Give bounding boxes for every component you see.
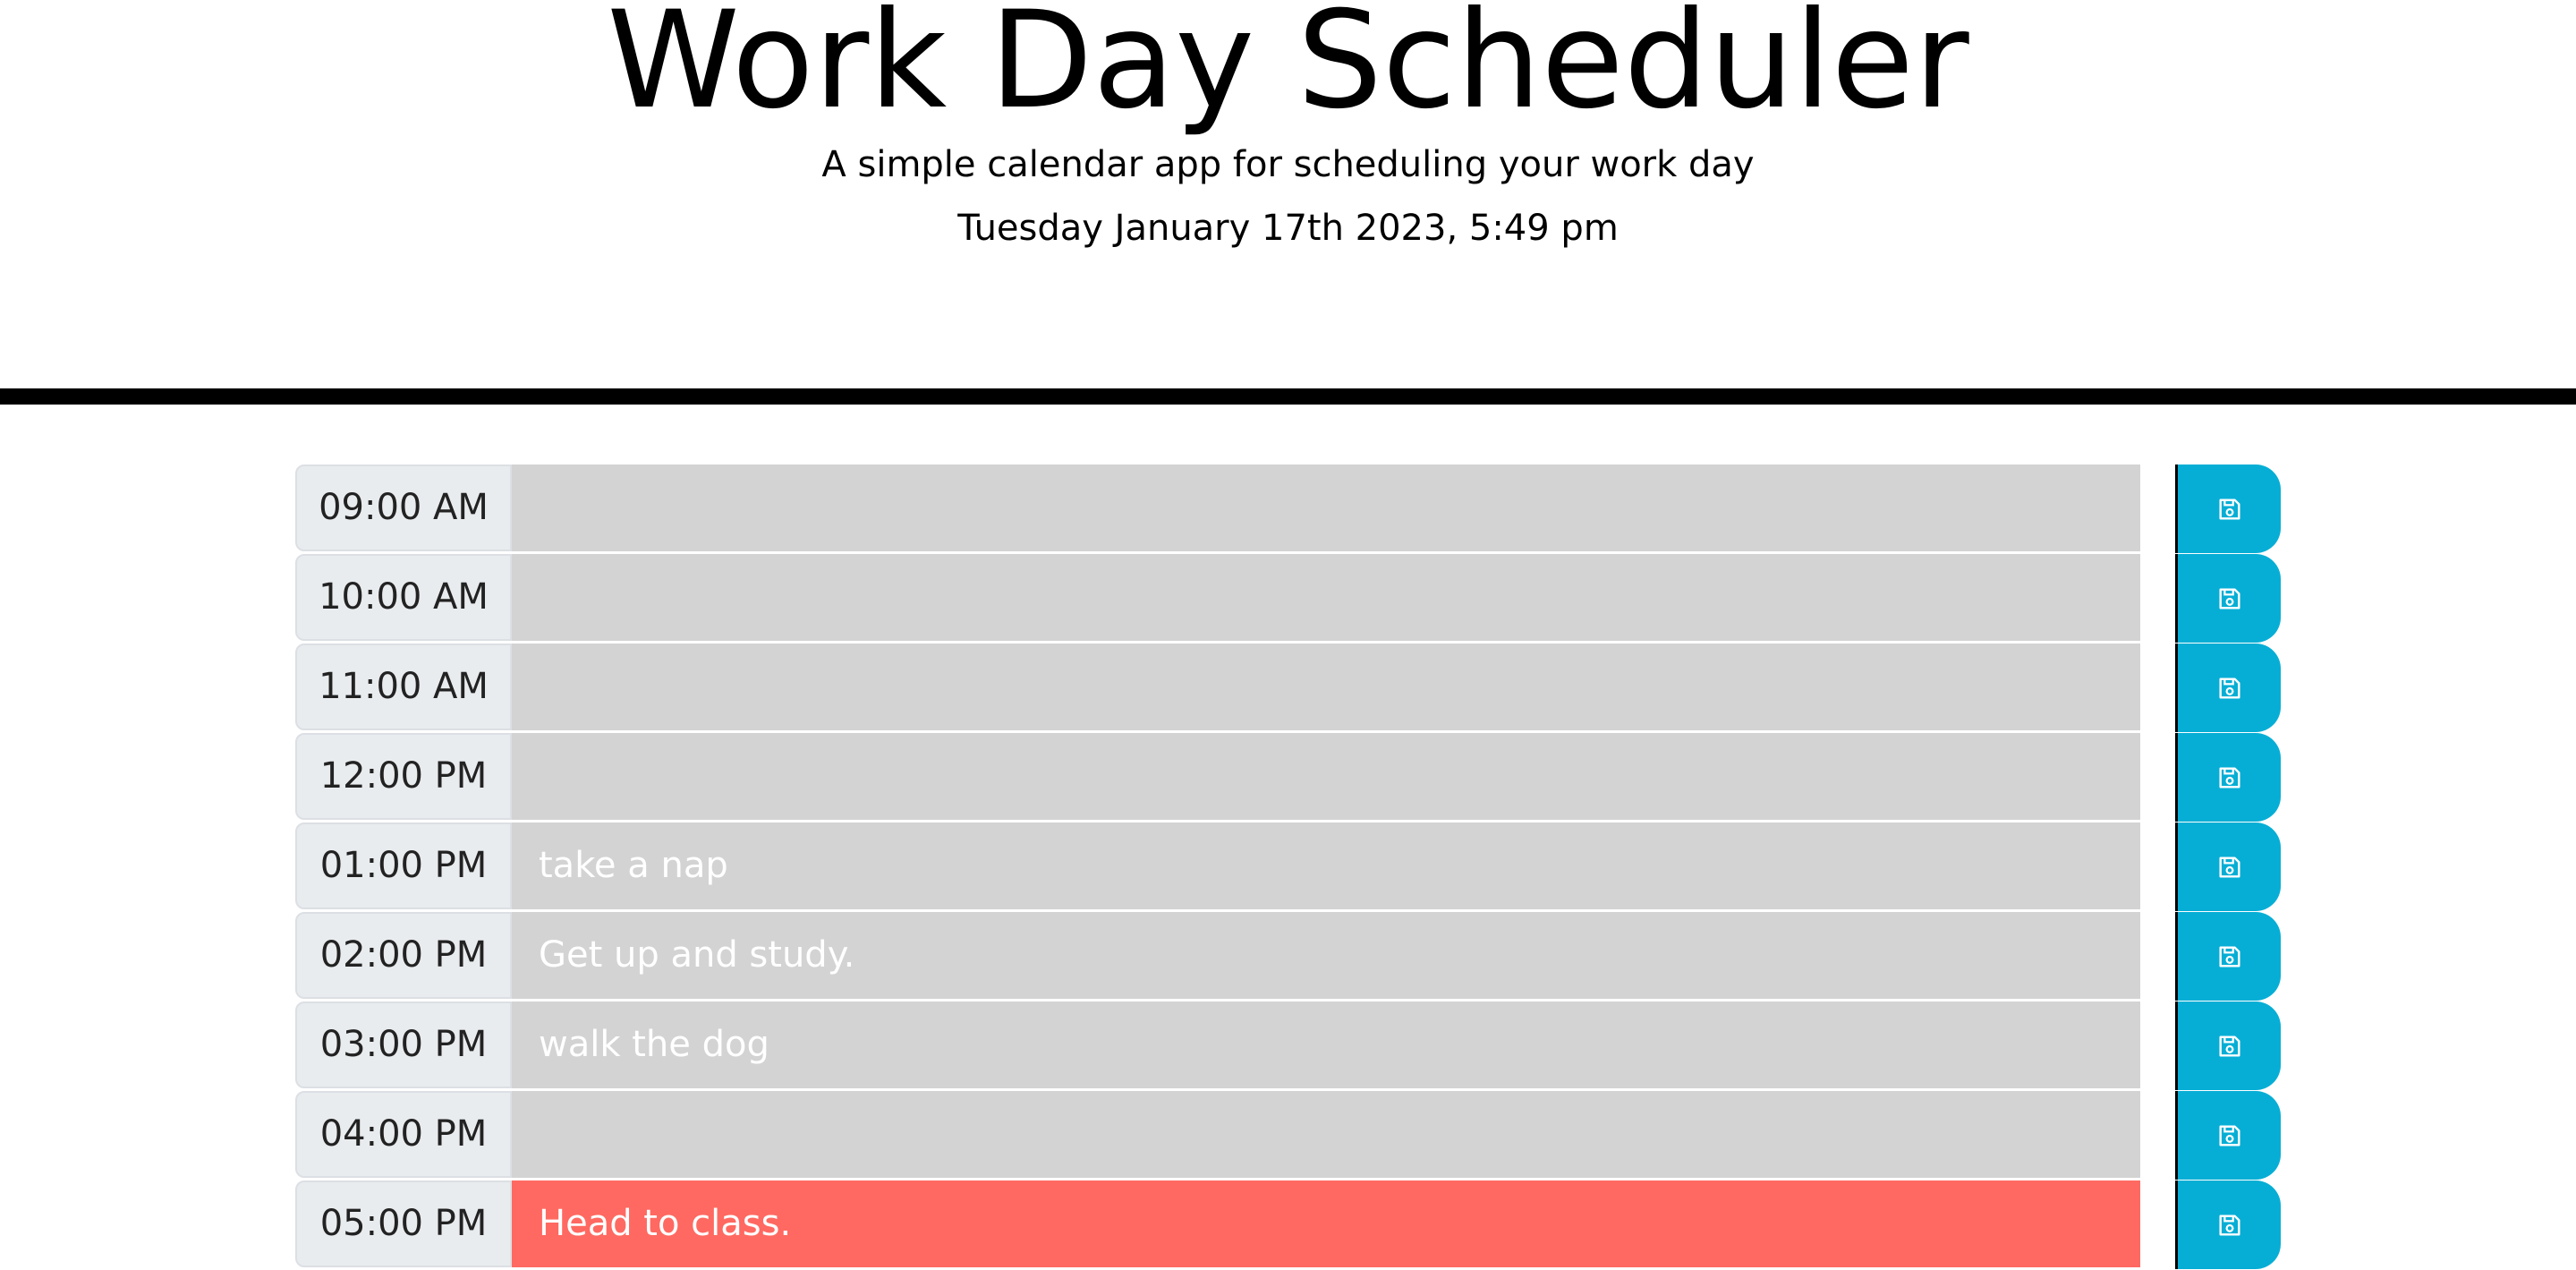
save-button[interactable] [2175, 1091, 2281, 1180]
hour-label: 04:00 PM [295, 1091, 512, 1178]
page-subtitle: A simple calendar app for scheduling you… [821, 144, 1755, 185]
time-block: 04:00 PM [295, 1091, 2282, 1180]
save-button[interactable] [2175, 554, 2281, 643]
hour-label: 01:00 PM [295, 823, 512, 909]
save-button[interactable] [2175, 1181, 2281, 1269]
save-button[interactable] [2175, 644, 2281, 732]
save-icon [2218, 498, 2240, 520]
save-button[interactable] [2175, 912, 2281, 1001]
time-block: 09:00 AM [295, 465, 2282, 553]
save-icon [2218, 945, 2240, 967]
hour-label: 12:00 PM [295, 733, 512, 820]
hour-label: 02:00 PM [295, 912, 512, 999]
time-block: 01:00 PM take a nap [295, 823, 2282, 911]
description-textarea[interactable]: Head to class. [512, 1181, 2140, 1267]
hour-label: 11:00 AM [295, 644, 512, 730]
page-header: Work Day Scheduler A simple calendar app… [0, 0, 2576, 405]
time-block: 03:00 PM walk the dog [295, 1002, 2282, 1090]
hour-label: 10:00 AM [295, 554, 512, 641]
time-block: 12:00 PM [295, 733, 2282, 822]
save-icon [2218, 1124, 2240, 1146]
time-block: 10:00 AM [295, 554, 2282, 643]
time-block: 02:00 PM Get up and study. [295, 912, 2282, 1001]
timeblocks-container: 09:00 AM 10:00 AM 11:00 AM 12:00 PM 01:0… [295, 465, 2282, 1270]
save-icon [2218, 766, 2240, 788]
description-textarea[interactable]: take a nap [512, 823, 2140, 909]
save-button[interactable] [2175, 465, 2281, 553]
time-block: 11:00 AM [295, 644, 2282, 732]
description-textarea[interactable] [512, 644, 2140, 730]
save-icon [2218, 1035, 2240, 1057]
description-textarea[interactable]: walk the dog [512, 1002, 2140, 1088]
save-icon [2218, 587, 2240, 609]
description-textarea[interactable] [512, 554, 2140, 641]
save-icon [2218, 856, 2240, 878]
save-icon [2218, 1214, 2240, 1236]
save-button[interactable] [2175, 1002, 2281, 1090]
description-textarea[interactable] [512, 465, 2140, 551]
save-icon [2218, 677, 2240, 699]
time-block: 05:00 PM Head to class. [295, 1181, 2282, 1269]
save-button[interactable] [2175, 733, 2281, 822]
save-button[interactable] [2175, 823, 2281, 911]
page-title: Work Day Scheduler [607, 0, 1969, 139]
hour-label: 09:00 AM [295, 465, 512, 551]
description-textarea[interactable]: Get up and study. [512, 912, 2140, 999]
hour-label: 05:00 PM [295, 1181, 512, 1267]
current-day: Tuesday January 17th 2023, 5:49 pm [957, 208, 1619, 249]
hour-label: 03:00 PM [295, 1002, 512, 1088]
description-textarea[interactable] [512, 1091, 2140, 1178]
description-textarea[interactable] [512, 733, 2140, 820]
